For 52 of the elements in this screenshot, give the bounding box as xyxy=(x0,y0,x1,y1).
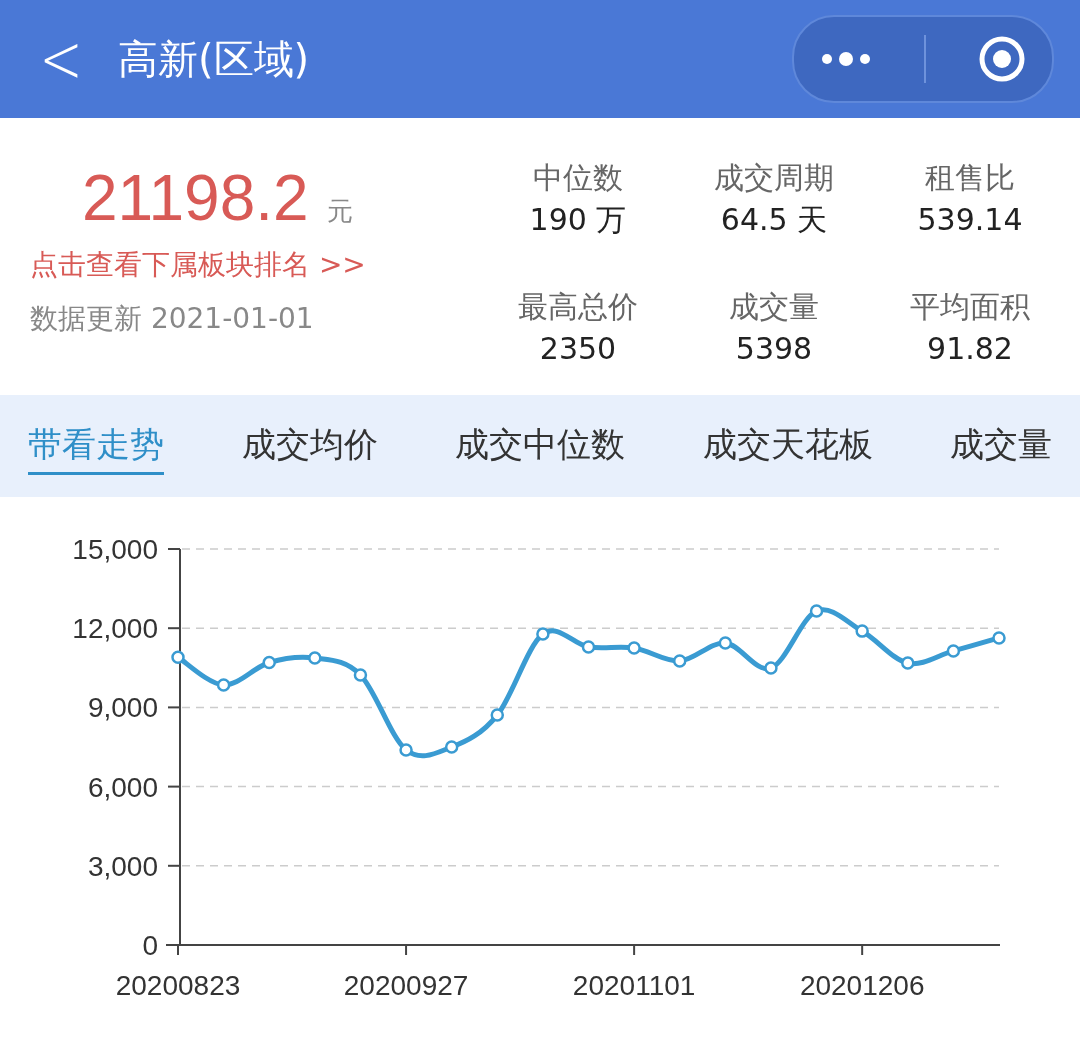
stat-value: 91.82 xyxy=(927,329,1013,368)
y-tick-label: 9,000 xyxy=(87,692,158,724)
data-point xyxy=(536,627,550,641)
y-tick-label: 15,000 xyxy=(72,534,158,565)
y-tick-label: 3,000 xyxy=(87,850,158,882)
data-point xyxy=(262,655,276,670)
data-point xyxy=(764,661,778,675)
data-point xyxy=(672,654,687,668)
stat-label: 成交周期 xyxy=(714,159,834,197)
update-date: 数据更新 2021-01-01 xyxy=(30,301,315,337)
x-tick-label: 20201206 xyxy=(799,970,925,1001)
back-button[interactable]: < xyxy=(36,20,86,98)
data-point xyxy=(992,631,1006,645)
data-point xyxy=(444,740,459,754)
data-point xyxy=(308,651,322,665)
price-unit: 元 xyxy=(326,195,353,228)
stat-value: 190 万 xyxy=(529,201,627,239)
stat-value: 5398 xyxy=(735,329,813,368)
data-point xyxy=(353,668,368,682)
data-point xyxy=(809,604,824,618)
stat-label: 最高总价 xyxy=(518,287,638,326)
y-tick-label: 12,000 xyxy=(72,613,158,645)
data-point xyxy=(718,636,733,650)
chart-tab[interactable]: 成交均价 xyxy=(241,417,378,475)
data-point xyxy=(946,644,961,658)
stat-label: 租售比 xyxy=(925,159,1015,197)
x-tick-label: 20201101 xyxy=(572,970,696,1001)
data-point xyxy=(399,743,413,757)
data-point xyxy=(581,640,596,654)
data-point xyxy=(901,656,915,670)
data-point xyxy=(855,624,869,638)
chart-tab[interactable]: 成交量 xyxy=(950,417,1052,475)
ranking-link[interactable]: 点击查看下属板块排名 >> xyxy=(30,246,450,284)
y-tick-label: 0 xyxy=(142,930,158,961)
data-point xyxy=(171,650,185,664)
chart-tab[interactable]: 成交天花板 xyxy=(702,417,873,475)
stat-value: 2350 xyxy=(539,329,617,368)
stat-value: 539.14 xyxy=(917,201,1023,239)
stat-label: 中位数 xyxy=(533,159,623,197)
data-point xyxy=(216,678,231,692)
stat-label: 成交量 xyxy=(729,287,819,326)
average-price: 21198.2 xyxy=(82,161,309,236)
data-point xyxy=(490,708,505,722)
x-tick-label: 20200823 xyxy=(115,970,241,1001)
page-title: 高新(区域) xyxy=(118,34,310,84)
stat-value: 64.5 天 xyxy=(720,201,828,239)
stat-label: 平均面积 xyxy=(910,287,1030,326)
y-tick-label: 6,000 xyxy=(87,771,158,803)
chart-tab[interactable]: 成交中位数 xyxy=(455,417,625,475)
data-point xyxy=(627,641,641,655)
x-tick-label: 20200927 xyxy=(343,970,469,1001)
more-icon[interactable] xyxy=(820,52,872,66)
